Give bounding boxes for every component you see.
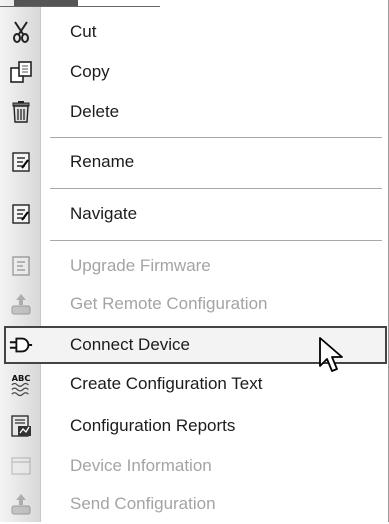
rename-icon [9, 150, 33, 174]
report-icon [9, 414, 33, 438]
menu-item-label: Get Remote Configuration [70, 294, 268, 313]
menu-item-copy[interactable]: Copy [0, 52, 389, 92]
menu-separator [50, 188, 382, 189]
send-config-icon [9, 492, 33, 516]
menu-item-label: Rename [70, 152, 135, 171]
firmware-icon [9, 254, 33, 278]
menu-item-label: Configuration Reports [70, 416, 236, 435]
menu-item-label: Delete [70, 102, 120, 121]
menu-item-label: Device Information [70, 456, 212, 475]
scissors-icon [9, 20, 33, 44]
menu-item-label: Send Configuration [70, 494, 216, 513]
menu-item-label: Upgrade Firmware [70, 256, 211, 275]
menu-item-label: Create Configuration Text [70, 374, 263, 393]
menu-item-navigate[interactable]: Navigate [0, 194, 389, 234]
menu-item-configuration-reports[interactable]: Configuration Reports [0, 406, 389, 446]
menu-item-send-configuration[interactable]: Send Configuration [0, 484, 389, 524]
menu-item-get-remote-configuration[interactable]: Get Remote Configuration [0, 284, 389, 324]
menu-item-label: Cut [70, 22, 97, 41]
copy-icon [9, 60, 33, 84]
menu-item-label: Navigate [70, 204, 138, 223]
plug-icon [9, 333, 33, 357]
menu-item-cut[interactable]: Cut [0, 12, 389, 52]
context-menu: Cut Copy Delete Rename Navigate Upgrade … [0, 0, 389, 522]
menu-item-label: Connect Device [70, 335, 191, 354]
mouse-cursor-icon [318, 336, 348, 376]
navigate-icon [9, 202, 33, 226]
trash-icon [9, 100, 33, 124]
menu-top-edge [0, 0, 160, 7]
menu-separator [50, 240, 382, 241]
menu-item-delete[interactable]: Delete [0, 92, 389, 132]
abc-text-icon: ABC [9, 372, 33, 397]
menu-item-rename[interactable]: Rename [0, 142, 389, 182]
menu-item-device-information[interactable]: Device Information [0, 446, 389, 486]
menu-item-upgrade-firmware[interactable]: Upgrade Firmware [0, 246, 389, 286]
device-info-icon [9, 454, 33, 478]
svg-text:ABC: ABC [12, 373, 31, 383]
remote-config-icon [9, 292, 33, 316]
menu-item-label: Copy [70, 62, 110, 81]
menu-separator [50, 137, 382, 138]
